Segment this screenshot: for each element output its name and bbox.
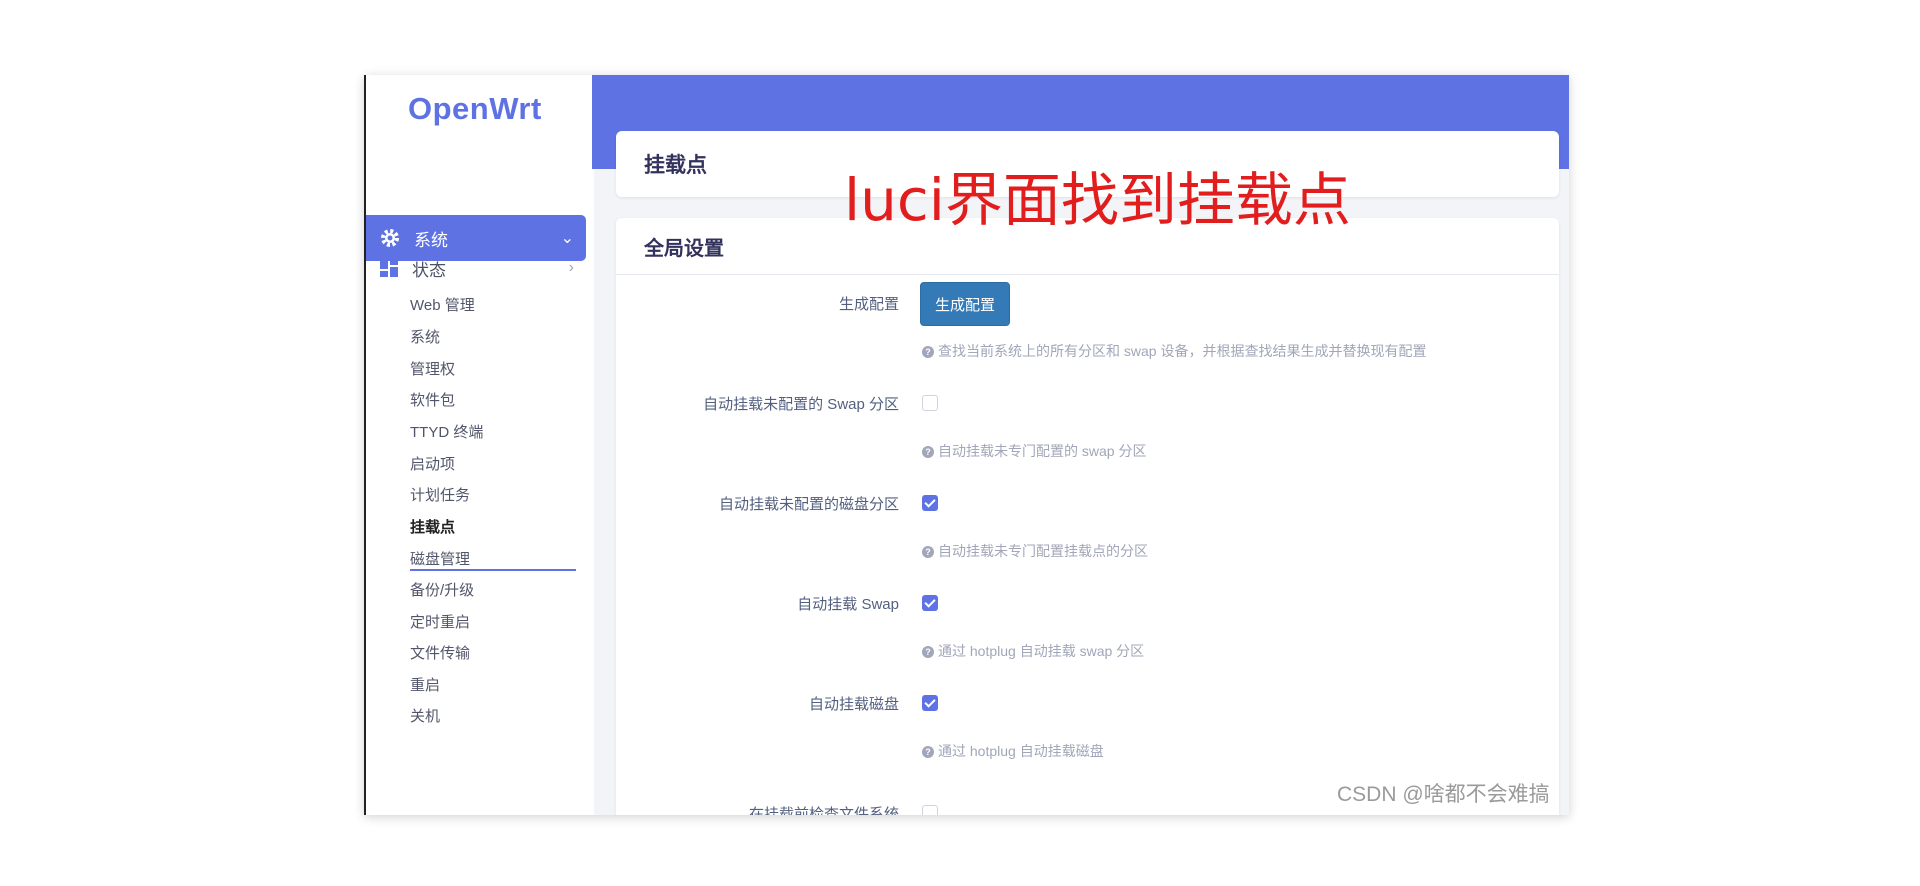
sidebar-item-packages[interactable]: 软件包 [410, 389, 455, 410]
auto-mount-unconfigured-label: 自动挂载未配置的磁盘分区 [718, 496, 899, 513]
brand-logo[interactable]: OpenWrt [408, 91, 542, 127]
sidebar-item-system[interactable]: 系统 [410, 326, 440, 347]
auto-mount-label: 自动挂载磁盘 [808, 696, 899, 713]
divider [616, 274, 1559, 275]
auto-swap-unconfigured-label: 自动挂载未配置的 Swap 分区 [703, 396, 899, 413]
auto-swap-label: 自动挂载 Swap [797, 596, 899, 613]
sidebar-item-disk[interactable]: 磁盘管理 [410, 548, 470, 569]
section-title: 全局设置 [644, 238, 724, 260]
check-fs-label: 在挂载前检查文件系统 [748, 806, 899, 815]
sidebar-item-web[interactable]: Web 管理 [410, 294, 475, 315]
auto-swap-unconfigured-checkbox[interactable] [922, 395, 938, 411]
dashboard-icon [380, 259, 398, 277]
watermark: CSDN @啥都不会难搞 [1337, 783, 1550, 806]
auto-swap-checkbox[interactable] [922, 595, 938, 611]
auto-mount-hint: ? 通过 hotplug 自动挂载磁盘 [922, 741, 1104, 761]
sidebar-item-mounts[interactable]: 挂载点 [410, 516, 455, 537]
sidebar-item-shutdown[interactable]: 关机 [410, 705, 440, 726]
nav-system-label: 系统 [414, 230, 448, 250]
generate-config-label: 生成配置 [838, 296, 899, 313]
hint-text: 自动挂载未专门配置的 swap 分区 [938, 443, 1147, 459]
question-circle-icon: ? [922, 346, 934, 358]
annotation-text: luci界面找到挂载点 [844, 166, 1351, 234]
auto-mount-unconfigured-checkbox[interactable] [922, 495, 938, 511]
sidebar-item-file-transfer[interactable]: 文件传输 [410, 642, 470, 663]
question-circle-icon: ? [922, 746, 934, 758]
sidebar-item-ttyd[interactable]: TTYD 终端 [410, 421, 483, 442]
generate-config-hint: ? 查找当前系统上的所有分区和 swap 设备，并根据查找结果生成并替换现有配置 [922, 341, 1426, 361]
active-item-underline [410, 569, 576, 571]
question-circle-icon: ? [922, 546, 934, 558]
hint-text: 查找当前系统上的所有分区和 swap 设备，并根据查找结果生成并替换现有配置 [938, 343, 1427, 359]
auto-swap-hint: ? 通过 hotplug 自动挂载 swap 分区 [922, 641, 1144, 661]
hint-text: 自动挂载未专门配置挂载点的分区 [938, 543, 1148, 559]
screenshot-frame: OpenWrt 状态 › 系统 ⌄ Web 管理 系统 管理权 软件包 TTYD… [364, 75, 1569, 815]
sidebar-item-startup[interactable]: 启动项 [410, 453, 455, 474]
hint-text: 通过 hotplug 自动挂载磁盘 [938, 743, 1104, 759]
sidebar-item-admin[interactable]: 管理权 [410, 358, 455, 379]
gear-icon [381, 229, 399, 247]
auto-mount-checkbox[interactable] [922, 695, 938, 711]
sidebar-item-reboot[interactable]: 重启 [410, 674, 440, 695]
page-title: 挂载点 [644, 154, 707, 177]
check-fs-checkbox[interactable] [922, 805, 938, 815]
auto-mount-unconfigured-hint: ? 自动挂载未专门配置挂载点的分区 [922, 541, 1148, 561]
auto-swap-unconfigured-hint: ? 自动挂载未专门配置的 swap 分区 [922, 441, 1146, 461]
nav-system[interactable]: 系统 ⌄ [366, 215, 586, 261]
chevron-right-icon: › [568, 259, 574, 276]
sidebar-item-cron[interactable]: 计划任务 [410, 484, 470, 505]
sidebar: OpenWrt 状态 › 系统 ⌄ Web 管理 系统 管理权 软件包 TTYD… [364, 75, 594, 815]
generate-config-button[interactable]: 生成配置 [920, 282, 1010, 326]
question-circle-icon: ? [922, 446, 934, 458]
sidebar-item-backup[interactable]: 备份/升级 [410, 579, 474, 600]
question-circle-icon: ? [922, 646, 934, 658]
hint-text: 通过 hotplug 自动挂载 swap 分区 [938, 643, 1145, 659]
chevron-down-icon: ⌄ [560, 230, 574, 247]
global-settings-card: 全局设置 生成配置 生成配置 ? 查找当前系统上的所有分区和 swap 设备，并根… [616, 218, 1559, 815]
sidebar-item-scheduled-reboot[interactable]: 定时重启 [410, 611, 470, 632]
